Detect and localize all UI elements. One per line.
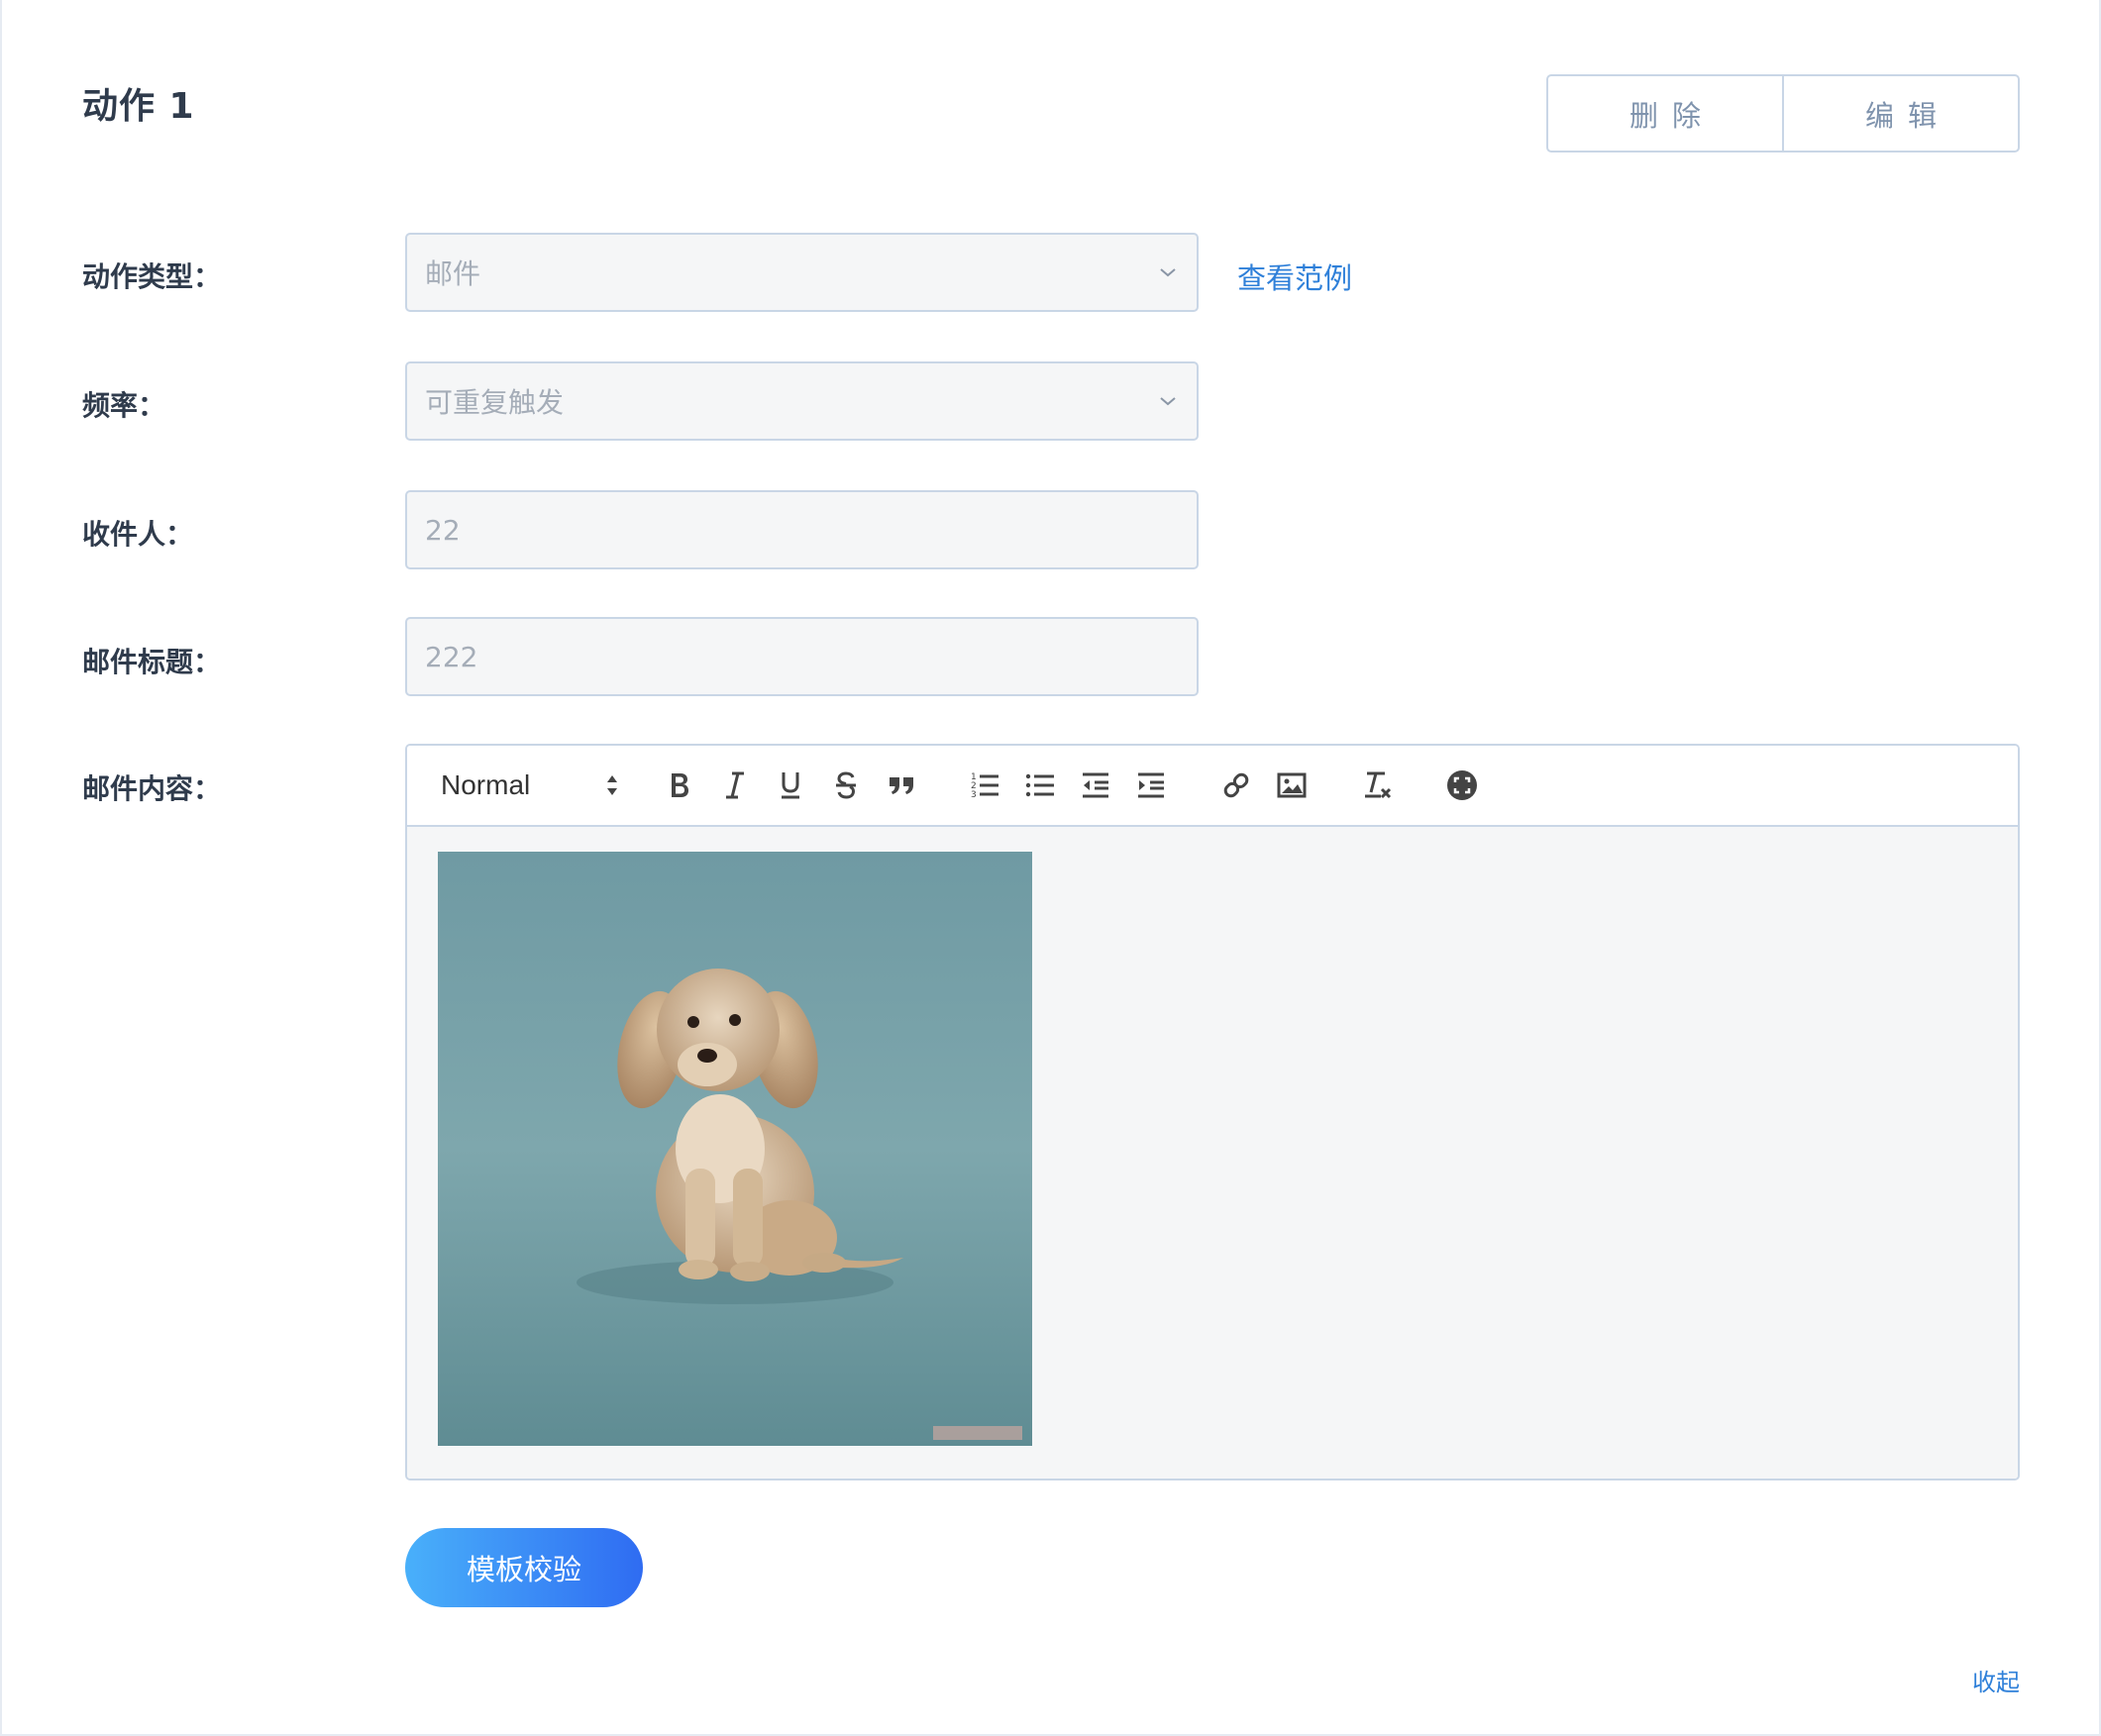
fullscreen-icon[interactable] xyxy=(1442,766,1482,805)
format-select[interactable]: Normal xyxy=(441,766,619,805)
recipient-field[interactable]: 22 xyxy=(405,490,1199,569)
collapse-link[interactable]: 收起 xyxy=(1972,1663,2020,1697)
editor-content-area[interactable] xyxy=(407,827,2018,1479)
view-example-link[interactable]: 查看范例 xyxy=(1237,255,1352,297)
delete-button[interactable]: 删除 xyxy=(1548,76,1782,151)
template-validate-button[interactable]: 模板校验 xyxy=(405,1528,643,1607)
edit-button[interactable]: 编辑 xyxy=(1782,76,2018,151)
image-icon[interactable] xyxy=(1272,766,1312,805)
puppy-image xyxy=(438,852,1032,1446)
underline-icon[interactable] xyxy=(771,766,810,805)
italic-icon[interactable] xyxy=(715,766,755,805)
bold-icon[interactable] xyxy=(660,766,699,805)
svg-text:3: 3 xyxy=(971,790,977,800)
indent-icon[interactable] xyxy=(1131,766,1171,805)
action-button-group: 删除 编辑 xyxy=(1546,74,2020,153)
action-type-value: 邮件 xyxy=(425,257,481,290)
frequency-label: 频率： xyxy=(82,389,166,422)
chevron-down-icon xyxy=(1157,261,1179,283)
bullet-list-icon[interactable] xyxy=(1020,766,1060,805)
link-icon[interactable] xyxy=(1216,766,1256,805)
outdent-icon[interactable] xyxy=(1076,766,1115,805)
subject-label: 邮件标题： xyxy=(82,646,222,678)
subject-field[interactable]: 222 xyxy=(405,617,1199,696)
subject-value: 222 xyxy=(425,640,478,673)
action-type-label: 动作类型： xyxy=(82,260,222,293)
action-type-select[interactable]: 邮件 xyxy=(405,233,1199,312)
content-label: 邮件内容： xyxy=(82,772,222,805)
ordered-list-icon[interactable]: 123 xyxy=(965,766,1004,805)
editor-toolbar: Normal 123 xyxy=(407,746,2018,827)
embedded-image[interactable] xyxy=(438,852,1032,1446)
blockquote-icon[interactable] xyxy=(882,766,921,805)
clear-format-icon[interactable] xyxy=(1357,766,1397,805)
recipient-value: 22 xyxy=(425,513,461,547)
frequency-select[interactable]: 可重复触发 xyxy=(405,361,1199,441)
strikethrough-icon[interactable] xyxy=(826,766,866,805)
sort-arrows-icon xyxy=(607,775,617,795)
action-card: 动作 1 删除 编辑 动作类型： 邮件 查看范例 频率： 可重复触发 收件人： … xyxy=(0,0,2101,1736)
chevron-down-icon xyxy=(1157,390,1179,412)
recipient-label: 收件人： xyxy=(82,518,194,551)
action-title: 动作 1 xyxy=(82,86,195,127)
rich-text-editor: Normal 123 xyxy=(405,744,2020,1481)
format-select-value: Normal xyxy=(441,769,531,800)
frequency-value: 可重复触发 xyxy=(425,386,565,419)
